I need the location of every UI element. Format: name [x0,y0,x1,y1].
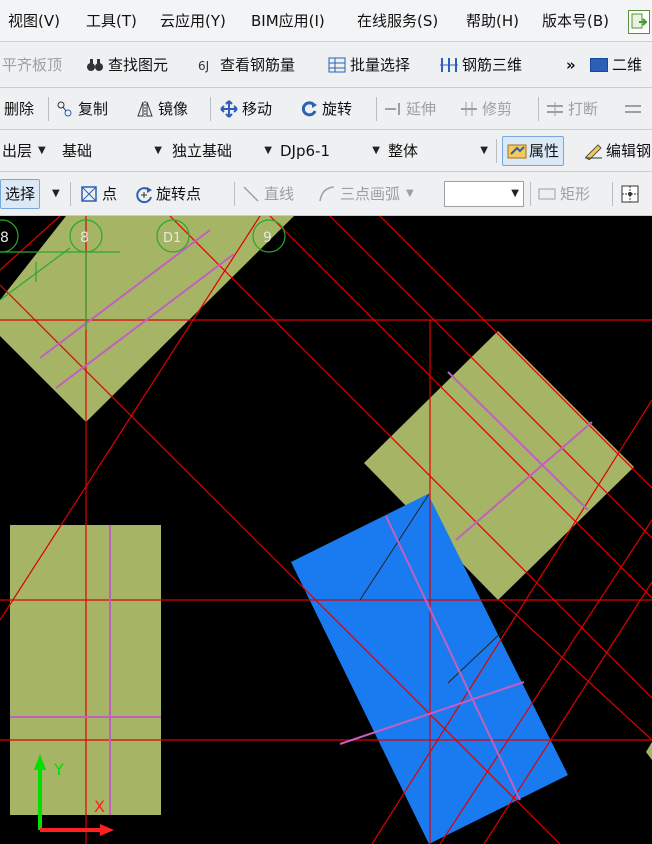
menu-bim[interactable]: BIM应用(I) [251,0,325,41]
chevron-down-icon: ▼ [52,188,60,199]
drawing-canvas[interactable]: 8 8 D1 9 Y X [0,216,652,844]
pencil-icon [584,142,602,161]
break-button[interactable]: 打断 [546,94,598,124]
three-point-arc-button[interactable]: 三点画弧 ▼ [318,179,414,209]
menu-version[interactable]: 版本号(B) [542,0,609,41]
arc-option-select[interactable]: ▼ [444,179,524,209]
chevron-down-icon: ▼ [406,188,414,199]
delete-button[interactable]: 删除 [4,94,34,124]
axis-label: D1 [163,231,181,246]
ucs-x-label: X [94,797,105,816]
mirror-button[interactable]: 镜像 [136,94,188,124]
rebar-quantity-icon: 6J [198,56,216,74]
copy-button[interactable]: 复制 [56,94,108,124]
separator [48,96,49,121]
export-icon[interactable] [628,10,650,34]
trim-button[interactable]: 修剪 [460,94,512,124]
component-name-select[interactable]: DJp6-1 ▼ [280,136,380,166]
ucs-y-label: Y [53,760,64,779]
batch-select-button[interactable]: 批量选择 [328,50,410,80]
axis-label: 8 [80,230,89,246]
menu-online-service[interactable]: 在线服务(S) [357,0,438,41]
batch-select-icon [328,56,346,74]
rotate-point-icon [134,185,152,203]
separator [530,181,531,206]
rebar-3d-button[interactable]: 钢筋三维 [440,50,522,80]
menu-cloud[interactable]: 云应用(Y) [160,0,226,41]
separator [210,96,211,121]
flush-slab-top-button[interactable]: 平齐板顶 [2,50,62,80]
axis-label: 8 [0,230,9,246]
point-icon [80,185,98,203]
rectangle-button[interactable]: 矩形 [538,179,590,209]
separator [612,181,613,206]
rebar-3d-icon [440,56,458,74]
toolbar-draw: 选择 ▼ 点 旋转点 直线 三点画弧 ▼ ▼ 矩形 [0,172,652,216]
menu-view[interactable]: 视图(V) [8,0,60,41]
menu-help[interactable]: 帮助(H) [466,0,519,41]
line-button[interactable]: 直线 [242,179,294,209]
extend-button[interactable]: 延伸 [384,94,436,124]
arc-icon [318,185,336,203]
toolbar-component: 出层 ▼ 基础 ▼ 独立基础 ▼ DJp6-1 ▼ 整体 ▼ 属性 编辑钢 [0,130,652,172]
properties-icon [507,142,527,160]
line-icon [242,185,260,203]
rotate-point-button[interactable]: 旋转点 [134,179,201,209]
separator [376,96,377,121]
chevron-down-icon: ▼ [511,188,519,199]
find-element-button[interactable]: 查找图元 [86,50,168,80]
scope-select[interactable]: 整体 ▼ [388,136,488,166]
separator [538,96,539,121]
rotate-icon [300,100,318,118]
split-icon[interactable] [624,94,642,124]
properties-button[interactable]: 属性 [502,135,565,166]
copy-icon [56,100,74,118]
2d-view-icon [590,57,608,72]
category-select[interactable]: 基础 ▼ [62,136,162,166]
component-type-select[interactable]: 独立基础 ▼ [172,136,272,166]
floor-select[interactable]: 出层 ▼ [2,136,46,166]
move-icon [220,99,238,118]
rectangle-icon [538,185,556,203]
edit-rebar-button[interactable]: 编辑钢 [584,136,651,166]
menu-bar: 视图(V) 工具(T) 云应用(Y) BIM应用(I) 在线服务(S) 帮助(H… [0,0,652,42]
axis-label: 9 [263,230,272,246]
toolbar-edit: 删除 复制 镜像 移动 旋转 延伸 修剪 打断 [0,88,652,130]
mirror-icon [136,100,154,118]
separator [234,181,235,206]
rotate-button[interactable]: 旋转 [300,94,352,124]
menu-tools[interactable]: 工具(T) [86,0,137,41]
break-icon [546,100,564,118]
svg-text:6J: 6J [198,59,209,73]
view-2d-button[interactable]: 二维 [590,50,642,80]
smart-layout-icon[interactable] [620,179,640,209]
extend-icon [384,100,402,118]
point-button[interactable]: 点 [80,179,117,209]
binoculars-icon [86,56,104,74]
select-button[interactable]: 选择 [0,178,41,209]
move-button[interactable]: 移动 [220,94,272,124]
trim-icon [460,100,478,118]
select-dropdown[interactable]: ▼ [46,179,60,209]
toolbar-overflow-button[interactable]: » [566,50,576,80]
toolbar-view: 平齐板顶 查找图元 6J 查看钢筋量 批量选择 钢筋三维 » 二维 [0,42,652,88]
separator [70,181,71,206]
view-rebar-quantity-button[interactable]: 6J 查看钢筋量 [198,50,295,80]
separator [496,138,497,163]
